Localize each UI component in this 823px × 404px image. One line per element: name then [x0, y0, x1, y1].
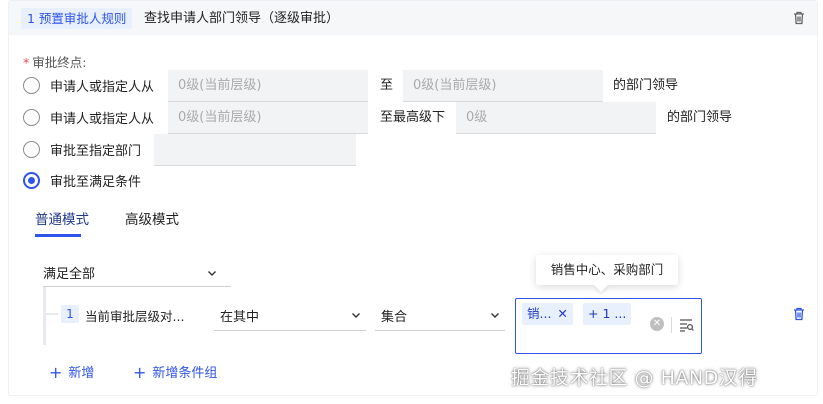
trash-icon[interactable] — [791, 10, 807, 26]
value-multi-select[interactable]: 销... ✕ + 1 ... ✕ — [515, 298, 702, 354]
operator-select[interactable]: 在其中 — [214, 299, 366, 331]
to-top-level-input[interactable]: 0级 — [456, 102, 656, 134]
radio-button[interactable] — [23, 140, 40, 158]
radio-option-dept[interactable]: 审批至指定部门 — [23, 136, 141, 162]
active-tab-indicator — [35, 234, 81, 237]
match-mode-select[interactable]: 满足全部 — [43, 259, 231, 287]
to-level-input[interactable]: 0级(当前层级) — [403, 70, 603, 102]
condition-field[interactable]: 当前审批层级对... — [85, 306, 184, 325]
radio-label: 申请人或指定人从 — [50, 79, 155, 95]
value-type-value: 集合 — [381, 310, 408, 325]
selected-chip: 销... ✕ — [522, 303, 573, 325]
connector-line — [46, 313, 58, 315]
radio-label: 审批至指定部门 — [50, 143, 142, 159]
radio-button[interactable] — [23, 108, 40, 126]
chevron-down-icon — [491, 313, 499, 318]
clear-icon[interactable]: ✕ — [650, 317, 664, 331]
radio-option-condition[interactable]: 审批至满足条件 — [23, 167, 141, 193]
radio-button-checked[interactable] — [23, 171, 40, 189]
from-level-input[interactable]: 0级(当前层级) — [168, 70, 368, 102]
to-top-label: 至最高级下 — [380, 110, 446, 125]
divider — [671, 317, 672, 333]
close-icon[interactable]: ✕ — [557, 303, 567, 325]
rule-panel: 1 预置审批人规则 查找申请人部门领导（逐级审批） * 审批终点: 申请人或指定人… — [8, 0, 818, 396]
rule-title: 查找申请人部门领导（逐级审批） — [144, 11, 340, 26]
chevron-down-icon — [352, 313, 360, 318]
to-label: 至 — [380, 78, 394, 93]
list-select-icon[interactable] — [678, 317, 694, 333]
chevron-down-icon — [208, 271, 216, 276]
condition-group-bar — [43, 287, 46, 345]
match-mode-value: 满足全部 — [43, 267, 96, 282]
radio-option-level-range[interactable]: 申请人或指定人从 — [23, 72, 154, 98]
from-level-input[interactable]: 0级(当前层级) — [168, 102, 368, 134]
value-type-select[interactable]: 集合 — [375, 299, 505, 331]
add-condition-group-button[interactable]: + 新增条件组 — [133, 362, 217, 382]
endpoint-label: * 审批终点: — [23, 55, 87, 70]
radio-button[interactable] — [23, 76, 40, 94]
more-chip[interactable]: + 1 ... — [583, 303, 632, 325]
radio-option-top-level[interactable]: 申请人或指定人从 — [23, 104, 154, 130]
plus-icon: + — [49, 363, 63, 382]
radio-label: 审批至满足条件 — [50, 174, 142, 190]
dept-leader-suffix: 的部门领导 — [667, 110, 733, 125]
tab-normal-mode[interactable]: 普通模式 — [35, 208, 89, 228]
rule-tag: 1 预置审批人规则 — [21, 8, 133, 29]
operator-value: 在其中 — [220, 310, 260, 325]
trash-icon[interactable] — [791, 306, 807, 322]
required-mark: * — [23, 55, 30, 70]
radio-label: 申请人或指定人从 — [50, 111, 155, 127]
add-condition-button[interactable]: + 新增 — [49, 362, 94, 382]
condition-index: 1 — [61, 305, 79, 323]
dept-input[interactable] — [154, 134, 356, 166]
rule-header: 1 预置审批人规则 查找申请人部门领导（逐级审批） — [9, 1, 817, 35]
chip-tooltip: 销售中心、采购部门 — [536, 255, 678, 285]
plus-icon: + — [133, 363, 147, 382]
tab-advanced-mode[interactable]: 高级模式 — [125, 208, 179, 228]
watermark: 掘金技术社区 @ HAND汉得 — [511, 367, 758, 389]
dept-leader-suffix: 的部门领导 — [613, 78, 679, 93]
